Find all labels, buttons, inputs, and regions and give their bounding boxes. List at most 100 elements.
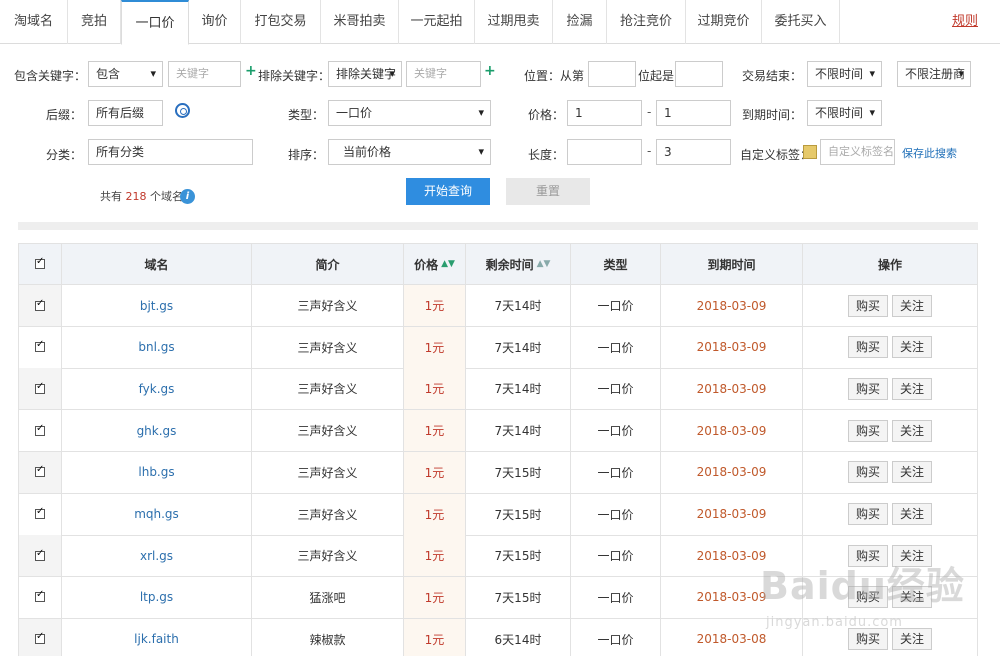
select-all-checkbox[interactable] [35,256,45,269]
exclude-keyword-input[interactable]: 关键字 [406,61,481,87]
registrar-select[interactable]: 不限注册商 [897,61,971,87]
row-checkbox[interactable] [35,339,45,353]
buy-button[interactable]: 购买 [847,461,888,484]
row-checkbox[interactable] [35,589,45,603]
actions-cell: 购买 关注 [803,368,978,410]
tab-dabao[interactable]: 打包交易 [241,0,321,44]
domain-link[interactable]: xrl.gs [140,549,173,563]
follow-button[interactable]: 关注 [892,628,933,651]
domain-link[interactable]: ghk.gs [137,424,177,438]
search-button[interactable]: 开始查询 [406,178,490,205]
tab-guoqi-shuaimai[interactable]: 过期甩卖 [475,0,553,44]
type-cell: 一口价 [571,576,661,618]
price-min-input[interactable]: 1 [567,100,642,126]
follow-button[interactable]: 关注 [892,377,933,400]
follow-button[interactable]: 关注 [892,294,933,317]
search-icon[interactable] [175,103,190,118]
buy-button[interactable]: 购买 [847,419,888,442]
remaining-cell: 7天14时 [466,410,571,452]
sort-select[interactable]: 当前价格 [328,139,491,165]
row-checkbox[interactable] [35,381,45,394]
add-include-icon[interactable]: + [245,63,257,79]
include-keyword-input[interactable]: 关键字 [168,61,241,87]
expire-value: 2018-03-09 [696,590,767,605]
sort-remaining-icon[interactable]: ▲▼ [537,259,551,269]
buy-button[interactable]: 购买 [847,336,888,359]
rules-link[interactable]: 规则 [952,0,978,44]
suffix-input[interactable]: 所有后缀 [88,100,163,126]
expire-select[interactable]: 不限时间 [807,100,882,126]
domain-cell: xrl.gs [62,535,252,577]
row-check-cell [18,368,62,410]
row-checkbox[interactable] [35,464,45,478]
follow-button[interactable]: 关注 [892,544,933,567]
position-value-input[interactable] [675,61,723,87]
reset-button[interactable]: 重置 [506,178,590,205]
remaining-cell: 6天14时 [466,618,571,656]
add-exclude-icon[interactable]: + [484,63,496,79]
col-remaining[interactable]: 剩余时间 ▲▼ [466,244,571,284]
buy-button[interactable]: 购买 [847,377,888,400]
buy-button[interactable]: 购买 [847,503,888,525]
row-check-cell [18,535,62,577]
table-header: 域名 简介 价格▲▼ 剩余时间▲▼ 类型 到期时间 操作 [18,243,978,285]
buy-button[interactable]: 购买 [847,628,888,651]
type-select[interactable]: 一口价 [328,100,491,126]
follow-button[interactable]: 关注 [892,503,933,525]
tab-xunjia[interactable]: 询价 [189,0,241,44]
row-checkbox[interactable] [35,506,45,519]
table-row: ljk.faith 辣椒款1元6天14时一口价 2018-03-08 购买关注 [18,618,978,656]
remaining-cell: 7天14时 [466,285,571,326]
follow-button[interactable]: 关注 [892,419,933,442]
custom-tag-input[interactable]: 自定义标签名 [820,139,895,165]
domain-link[interactable]: lhb.gs [138,465,174,479]
col-price[interactable]: 价格 ▲▼ [404,244,466,284]
tab-jianlou[interactable]: 捡漏 [553,0,607,44]
tab-mige-paimai[interactable]: 米哥拍卖 [321,0,399,44]
buy-button[interactable]: 购买 [847,294,888,317]
tab-jingpai[interactable]: 竞拍 [68,0,121,44]
tab-yiyuan-qipai[interactable]: 一元起拍 [399,0,475,44]
buy-button[interactable]: 购买 [847,544,888,567]
follow-button[interactable]: 关注 [892,336,933,359]
table-row: ltp.gs 猛涨吧1元7天15时一口价 2018-03-09 购买关注 [18,576,978,619]
exclude-mode-select[interactable]: 排除关键字 [328,61,402,87]
tab-yikoujia[interactable]: 一口价 [121,0,189,45]
domain-link[interactable]: bjt.gs [140,299,173,313]
expire-cell: 2018-03-09 [661,368,803,410]
tab-qiangzhu-jingjia[interactable]: 抢注竞价 [607,0,686,44]
position-from-input[interactable] [588,61,636,87]
expire-value: 2018-03-09 [696,381,767,396]
table-row: xrl.gs 三声好含义1元7天15时一口价 2018-03-09 购买关注 [18,535,978,578]
buy-button[interactable]: 购买 [847,586,888,609]
tab-guoqi-jingjia[interactable]: 过期竞价 [686,0,762,44]
domain-link[interactable]: bnl.gs [138,340,174,354]
category-input[interactable]: 所有分类 [88,139,253,165]
domain-link[interactable]: fyk.gs [139,382,175,396]
sort-price-icon[interactable]: ▲▼ [441,259,455,269]
price-cell: 1元 [404,410,466,452]
intro-cell: 三声好含义 [252,451,404,493]
row-checkbox[interactable] [35,423,45,436]
price-cell: 1元 [404,493,466,535]
expire-cell: 2018-03-09 [661,493,803,535]
price-cell: 1元 [404,326,466,368]
domain-link[interactable]: ltp.gs [140,590,173,604]
row-checkbox[interactable] [35,548,45,561]
domain-link[interactable]: ljk.faith [134,632,179,646]
follow-button[interactable]: 关注 [892,461,933,484]
row-checkbox[interactable] [35,631,45,645]
length-max-input[interactable]: 3 [656,139,731,165]
tab-weituo-mairu[interactable]: 委托买入 [762,0,840,44]
expire-cell: 2018-03-09 [661,451,803,493]
follow-button[interactable]: 关注 [892,586,933,609]
info-icon[interactable]: i [180,189,195,204]
domain-link[interactable]: mqh.gs [134,507,179,521]
save-search-link[interactable]: 保存此搜索 [902,145,957,161]
tab-taoyuming[interactable]: 淘域名 [0,0,68,44]
trade-end-select[interactable]: 不限时间 [807,61,882,87]
include-mode-select[interactable]: 包含 [88,61,163,87]
length-min-input[interactable] [567,139,642,165]
row-checkbox[interactable] [35,298,45,311]
price-max-input[interactable]: 1 [656,100,731,126]
